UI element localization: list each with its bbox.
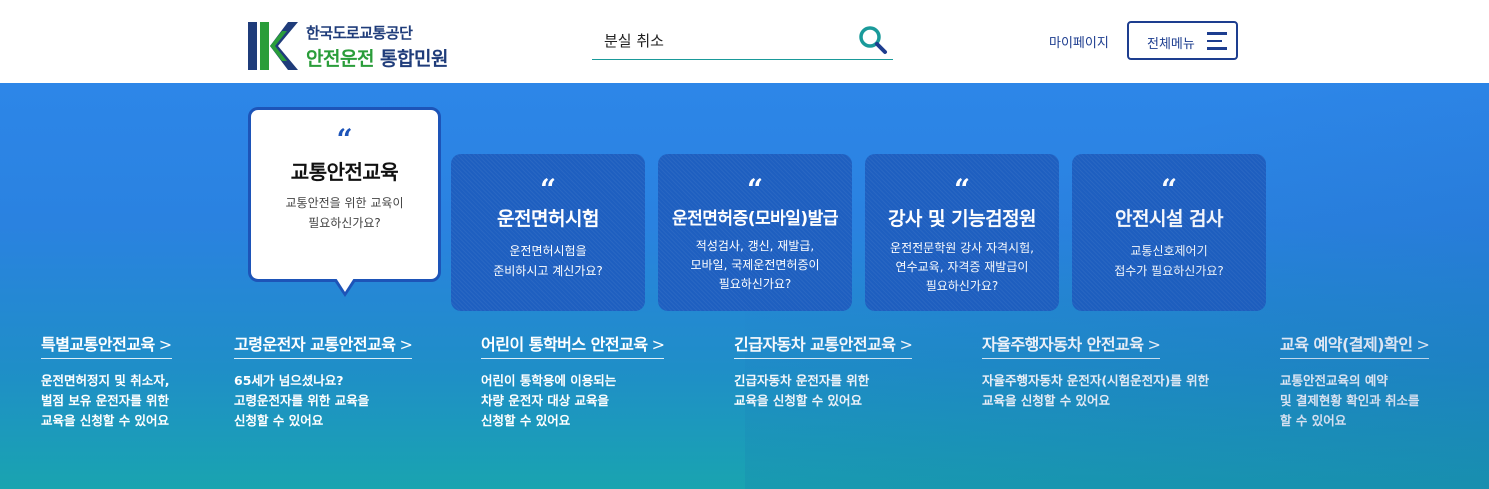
link-education-reservation-check: 교육 예약(결제)확인 > 교통안전교육의 예약 및 결제현황 확인과 취소를 할… bbox=[1280, 331, 1430, 431]
hero-section: “ 교통안전교육 교통안전을 위한 교육이 필요하신가요? “ 운전면허시험 운… bbox=[0, 83, 1489, 489]
link-desc: 65세가 넘으셨나요? 고령운전자를 위한 교육을 신청할 수 있어요 bbox=[234, 373, 370, 428]
link-emergency-vehicle-education: 긴급자동차 교통안전교육 > 긴급자동차 운전자를 위한 교육을 신청할 수 있어… bbox=[734, 331, 913, 411]
chevron-right-icon: > bbox=[899, 335, 913, 354]
logo-org-name: 한국도로교통공단 bbox=[306, 24, 413, 42]
card-instructor-examiner[interactable]: “ 강사 및 기능검정원 운전전문학원 강사 자격시험, 연수교육, 자격증 재… bbox=[865, 154, 1059, 311]
all-menu-button[interactable]: 전체메뉴 bbox=[1127, 21, 1238, 60]
quote-icon: “ bbox=[953, 173, 971, 206]
quote-icon: “ bbox=[539, 173, 557, 206]
link-desc: 운전면허정지 및 취소자, 벌점 보유 운전자를 위한 교육을 신청할 수 있어… bbox=[41, 373, 170, 428]
link-desc: 어린이 통학용에 이용되는 차량 운전자 대상 교육을 신청할 수 있어요 bbox=[481, 373, 617, 428]
link-school-bus-education: 어린이 통학버스 안전교육 > 어린이 통학용에 이용되는 차량 운전자 대상 교… bbox=[481, 331, 665, 431]
link-title[interactable]: 자율주행자동차 안전교육 > bbox=[982, 331, 1161, 359]
quote-icon: “ bbox=[1160, 173, 1178, 206]
card-title: 안전시설 검사 bbox=[1115, 208, 1224, 230]
mypage-link[interactable]: 마이페이지 bbox=[1049, 32, 1109, 51]
quote-icon: “ bbox=[336, 123, 353, 156]
link-special-education: 특별교통안전교육 > 운전면허정지 및 취소자, 벌점 보유 운전자를 위한 교육… bbox=[41, 331, 172, 431]
card-license-exam[interactable]: “ 운전면허시험 운전면허시험을 준비하시고 계신가요? bbox=[451, 154, 645, 311]
chevron-right-icon: > bbox=[1147, 335, 1161, 354]
link-desc: 자율주행자동차 운전자(시험운전자)를 위한 교육을 신청할 수 있어요 bbox=[982, 373, 1210, 408]
link-title[interactable]: 교육 예약(결제)확인 > bbox=[1280, 331, 1430, 359]
card-pointer-inner bbox=[336, 278, 354, 292]
card-desc: 교통신호제어기 접수가 필요하신가요? bbox=[1114, 244, 1224, 278]
link-title[interactable]: 어린이 통학버스 안전교육 > bbox=[481, 331, 665, 359]
card-desc: 운전전문학원 강사 자격시험, 연수교육, 자격증 재발급이 필요하신가요? bbox=[890, 241, 1034, 293]
card-desc: 교통안전을 위한 교육이 필요하신가요? bbox=[285, 196, 404, 230]
card-safety-facility-inspection[interactable]: “ 안전시설 검사 교통신호제어기 접수가 필요하신가요? bbox=[1072, 154, 1266, 311]
link-autonomous-vehicle-education: 자율주행자동차 안전교육 > 자율주행자동차 운전자(시험운전자)를 위한 교육을… bbox=[982, 331, 1209, 411]
card-title: 운전면허시험 bbox=[497, 208, 599, 230]
link-title[interactable]: 특별교통안전교육 > bbox=[41, 331, 172, 359]
koroad-logo-icon bbox=[248, 22, 298, 70]
card-desc: 적성검사, 갱신, 재발급, 모바일, 국제운전면허증이 필요하신가요? bbox=[690, 239, 820, 291]
chevron-right-icon: > bbox=[1416, 335, 1430, 354]
card-desc: 운전면허시험을 준비하시고 계신가요? bbox=[493, 244, 603, 278]
chevron-right-icon: > bbox=[651, 335, 665, 354]
all-menu-label: 전체메뉴 bbox=[1147, 37, 1195, 52]
quote-icon: “ bbox=[746, 173, 764, 206]
search-input[interactable] bbox=[604, 28, 844, 52]
chevron-right-icon: > bbox=[158, 335, 172, 354]
card-title: 교통안전교육 bbox=[290, 160, 399, 184]
site-logo[interactable]: 한국도로교통공단 안전운전 통합민원 bbox=[248, 20, 478, 72]
link-senior-driver-education: 고령운전자 교통안전교육 > 65세가 넘으셨나요? 고령운전자를 위한 교육을 … bbox=[234, 331, 413, 431]
logo-service-name: 안전운전 통합민원 bbox=[306, 48, 448, 70]
link-title[interactable]: 고령운전자 교통안전교육 > bbox=[234, 331, 413, 359]
card-license-issue[interactable]: “ 운전면허증(모바일)발급 적성검사, 갱신, 재발급, 모바일, 국제운전면… bbox=[658, 154, 852, 311]
chevron-right-icon: > bbox=[399, 335, 413, 354]
card-title: 강사 및 기능검정원 bbox=[887, 208, 1037, 230]
site-header: 한국도로교통공단 안전운전 통합민원 마이페이지 전체메뉴 bbox=[0, 0, 1489, 83]
link-desc: 긴급자동차 운전자를 위한 교육을 신청할 수 있어요 bbox=[734, 373, 870, 408]
hamburger-icon bbox=[1207, 32, 1227, 50]
card-traffic-safety-education[interactable]: “ 교통안전교육 교통안전을 위한 교육이 필요하신가요? bbox=[248, 107, 441, 282]
search-bar bbox=[592, 22, 893, 60]
search-icon[interactable] bbox=[857, 24, 889, 56]
link-desc: 교통안전교육의 예약 및 결제현황 확인과 취소를 할 수 있어요 bbox=[1280, 373, 1420, 428]
card-title: 운전면허증(모바일)발급 bbox=[672, 209, 838, 229]
link-title[interactable]: 긴급자동차 교통안전교육 > bbox=[734, 331, 913, 359]
